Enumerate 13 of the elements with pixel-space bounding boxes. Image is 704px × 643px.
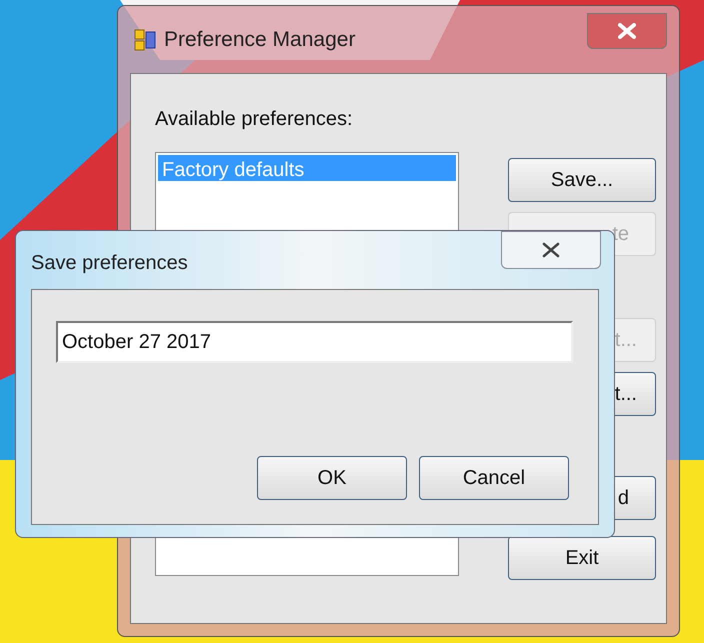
window-title: Preference Manager	[164, 26, 356, 53]
dialog-button[interactable]: Cancel	[419, 456, 569, 500]
dialog-title: Save preferences	[31, 251, 188, 276]
close-button[interactable]	[587, 12, 667, 48]
close-button[interactable]	[501, 231, 601, 269]
preferences-label: Available preferences:	[155, 107, 354, 132]
window-button[interactable]: Save...	[508, 158, 656, 202]
window-button[interactable]: Exit	[508, 536, 656, 580]
close-icon	[542, 242, 560, 258]
dialog-button[interactable]: OK	[257, 456, 407, 500]
app-icon	[134, 28, 156, 50]
close-icon	[618, 22, 636, 38]
input-field[interactable]: October 27 2017	[56, 321, 573, 363]
